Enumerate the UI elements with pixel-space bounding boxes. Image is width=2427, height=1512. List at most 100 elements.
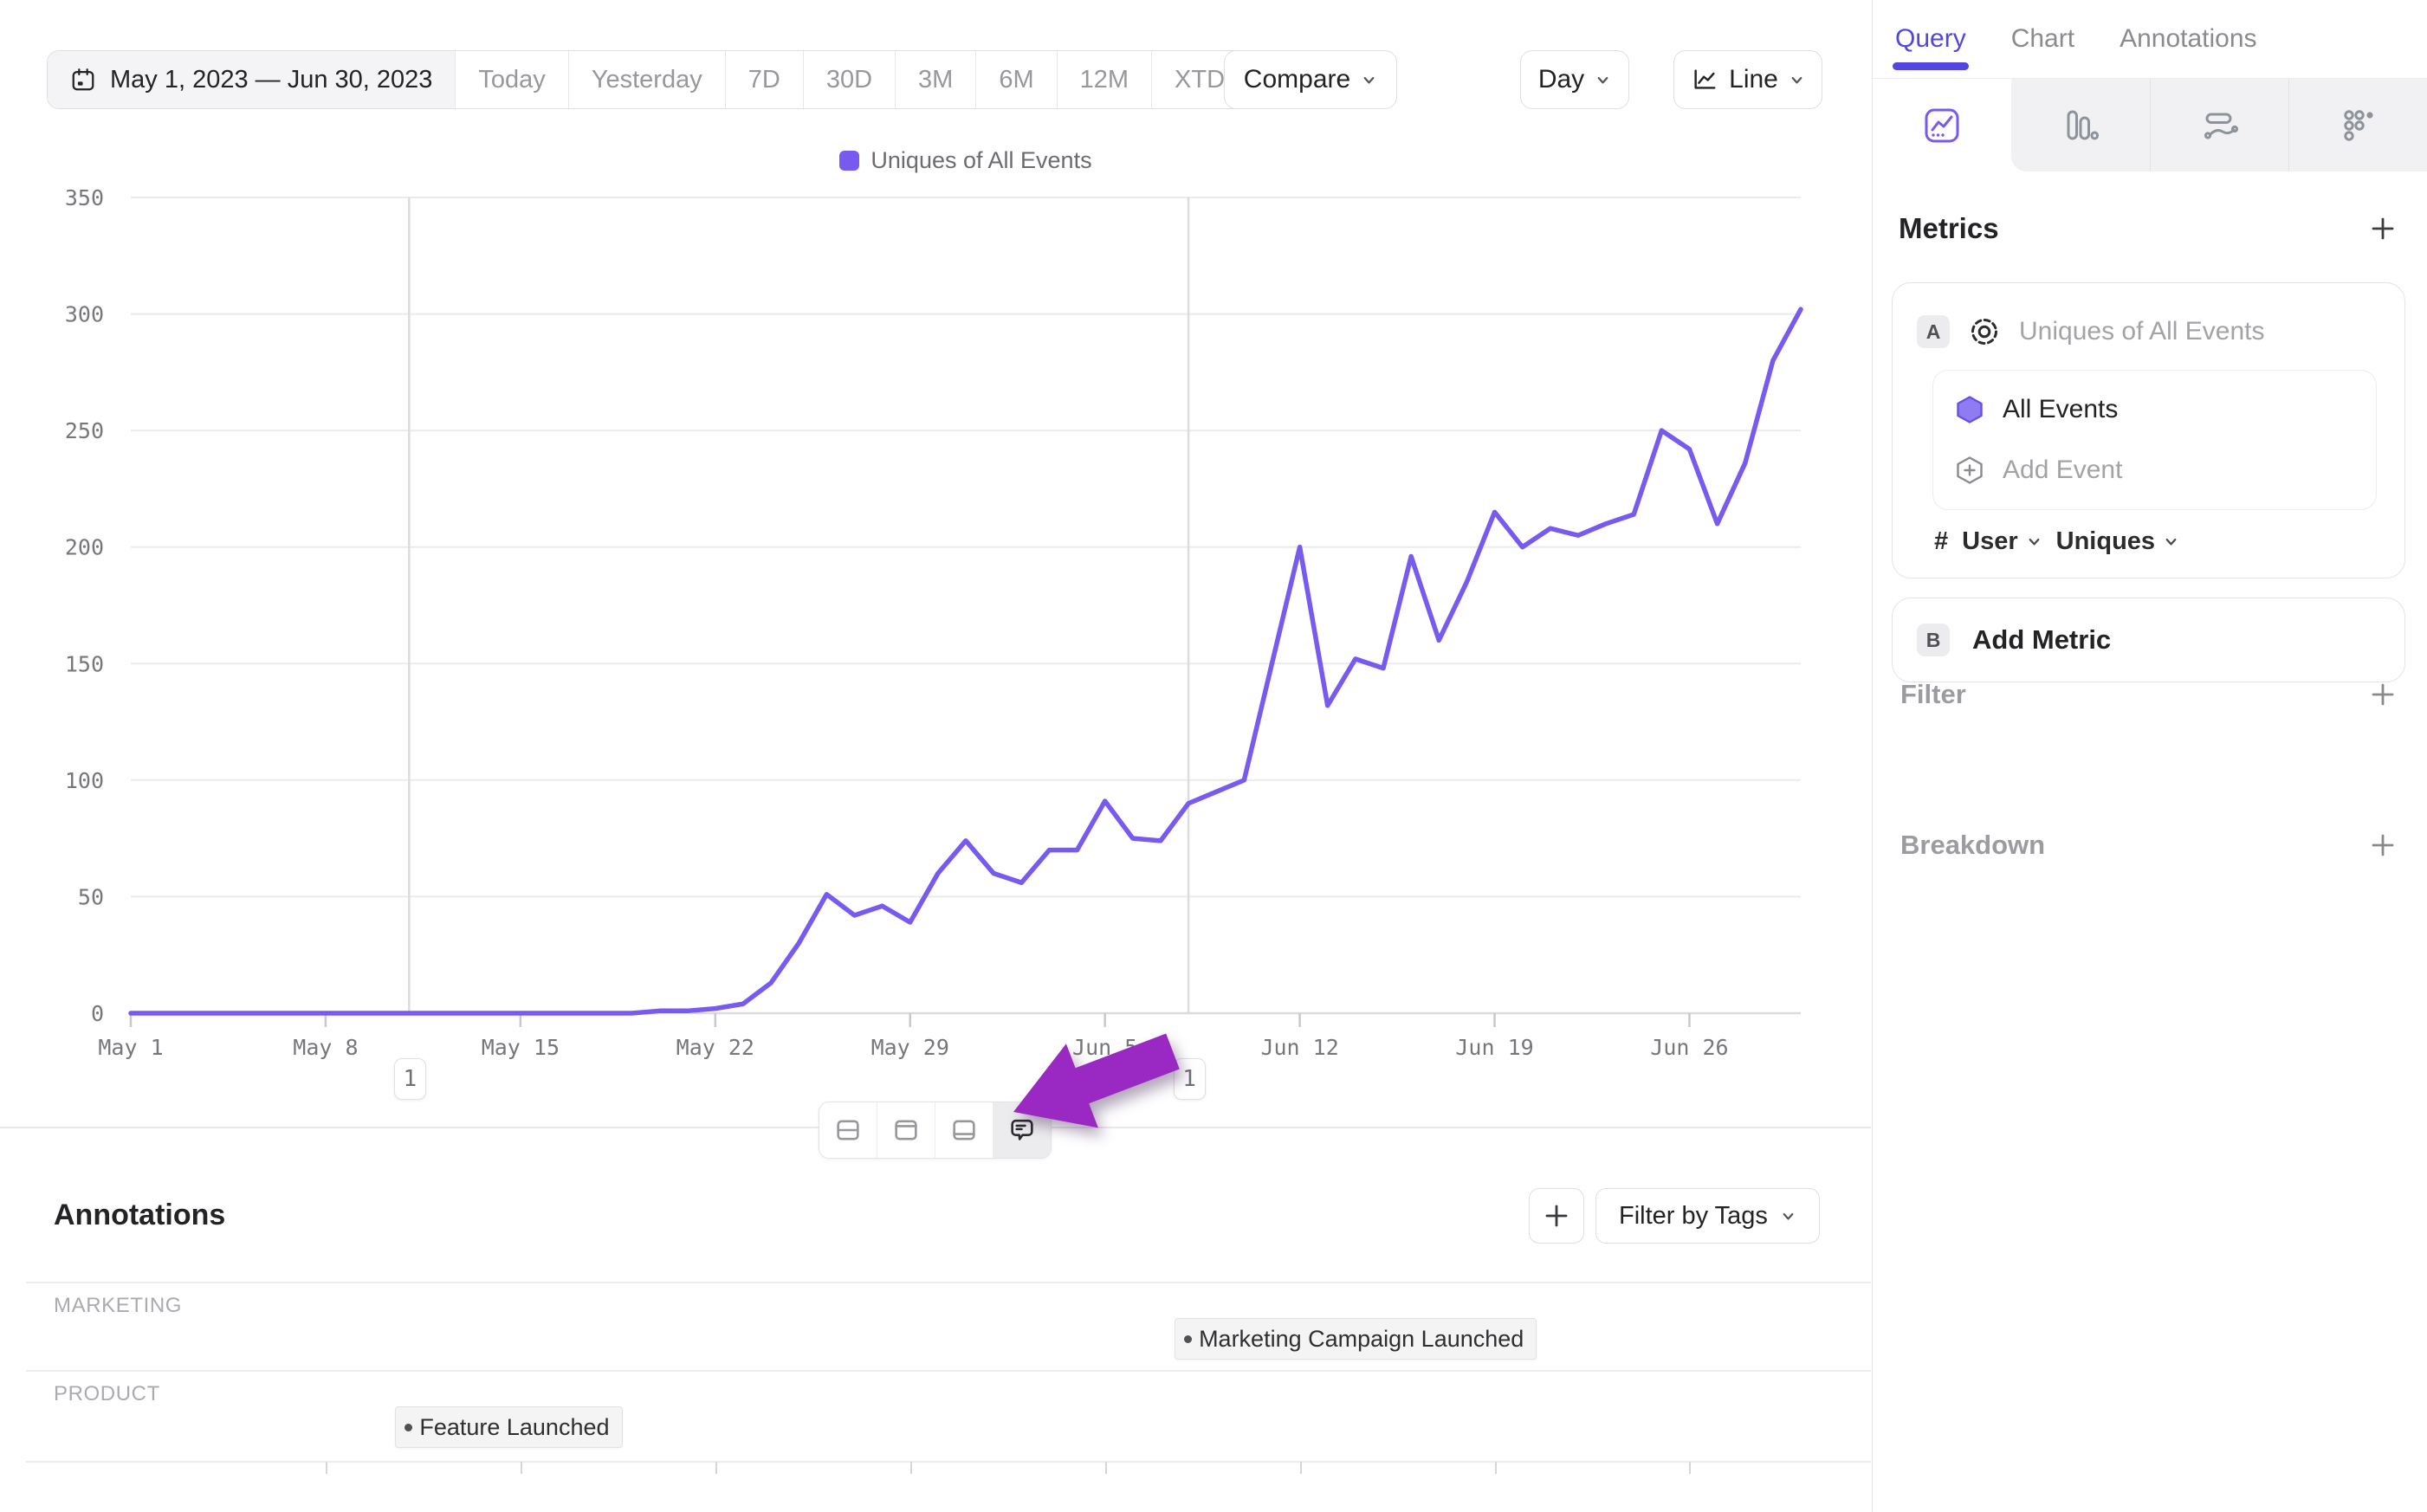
layout-mini-toolbar <box>819 1102 1052 1159</box>
breakdown-section: Breakdown <box>1900 817 2398 873</box>
annotation-dot-icon <box>404 1424 412 1431</box>
sidebar-tab-query[interactable]: Query <box>1895 0 1966 78</box>
svg-text:Jun 19: Jun 19 <box>1455 1035 1533 1060</box>
retention-icon <box>2339 106 2378 145</box>
lane-divider <box>26 1461 1871 1463</box>
metric-a-title[interactable]: Uniques of All Events <box>2019 317 2265 346</box>
svg-text:50: 50 <box>78 884 104 909</box>
lane-label-marketing: MARKETING <box>54 1294 182 1318</box>
metric-settings-icon[interactable] <box>1965 313 2003 351</box>
annotation-chip-label: Marketing Campaign Launched <box>1199 1326 1524 1353</box>
svg-text:200: 200 <box>65 535 104 560</box>
metric-b-badge: B <box>1917 624 1950 656</box>
svg-text:May 8: May 8 <box>293 1035 358 1060</box>
sidebar-tab-annotations[interactable]: Annotations <box>2120 0 2256 78</box>
chart-type-tab-flow[interactable] <box>2150 79 2289 171</box>
event-hexagon-icon <box>1954 394 1985 425</box>
svg-text:100: 100 <box>65 768 104 793</box>
panel-bottom-icon <box>949 1115 979 1145</box>
svg-text:350: 350 <box>65 185 104 210</box>
filter-by-tags-label: Filter by Tags <box>1619 1202 1768 1231</box>
filter-section: Filter <box>1900 667 2398 722</box>
filter-by-tags-button[interactable]: Filter by Tags <box>1595 1188 1820 1244</box>
metric-card-a: A Uniques of All Events All Events Add E… <box>1892 282 2405 578</box>
query-sidebar: Query Chart Annotations Metrics A Uniques … <box>1872 0 2427 1512</box>
lane-label-product: PRODUCT <box>54 1382 160 1406</box>
timeline-ruler-tick <box>1105 1462 1107 1474</box>
timeline-ruler-tick <box>715 1462 717 1474</box>
comment-layout-button[interactable] <box>993 1102 1051 1158</box>
panel-top-icon <box>891 1115 921 1145</box>
chevron-down-icon <box>2026 533 2042 550</box>
annotation-chip[interactable]: Marketing Campaign Launched <box>1175 1318 1537 1360</box>
sidebar-tab-chart[interactable]: Chart <box>2011 0 2074 78</box>
agg-type-dropdown[interactable]: Uniques <box>2056 527 2179 556</box>
timeline-ruler-tick <box>326 1462 327 1474</box>
chevron-down-icon <box>2163 533 2179 550</box>
aggregation-row: # User Uniques <box>1934 527 2179 556</box>
annotation-count-badge[interactable]: 1 <box>394 1058 426 1100</box>
comment-icon <box>1007 1115 1037 1145</box>
svg-text:May 1: May 1 <box>98 1035 163 1060</box>
flow-icon <box>2200 106 2240 145</box>
metrics-heading: Metrics <box>1899 212 1999 245</box>
timeline-ruler-tick <box>1689 1462 1691 1474</box>
tab-label: Annotations <box>2120 24 2256 54</box>
active-tab-underline <box>1893 62 1969 70</box>
svg-text:May 15: May 15 <box>482 1035 560 1060</box>
chart-type-tab-insights[interactable] <box>1873 79 2011 171</box>
insights-report-screen: May 1, 2023 — Jun 30, 2023 TodayYesterda… <box>0 0 2427 1512</box>
add-annotation-button[interactable] <box>1529 1188 1584 1244</box>
tab-label: Query <box>1895 24 1966 54</box>
annotation-chip-label: Feature Launched <box>419 1414 609 1441</box>
svg-text:May 22: May 22 <box>676 1035 754 1060</box>
chart-type-tab-bar-chart[interactable] <box>2011 79 2150 171</box>
event-name: All Events <box>2003 395 2118 424</box>
panel-top-layout-button[interactable] <box>877 1102 935 1158</box>
annotation-chip[interactable]: Feature Launched <box>395 1406 622 1448</box>
svg-text:May 29: May 29 <box>871 1035 949 1060</box>
events-card: All Events Add Event <box>1932 370 2377 510</box>
add-metric-plus-icon[interactable] <box>2367 213 2398 244</box>
event-row-all-events[interactable]: All Events <box>1954 383 2362 436</box>
timeline-ruler-tick <box>1300 1462 1302 1474</box>
split-rows-layout-button[interactable] <box>819 1102 877 1158</box>
timeline-ruler-tick <box>1495 1462 1497 1474</box>
svg-text:150: 150 <box>65 651 104 676</box>
add-breakdown-plus-icon[interactable] <box>2367 830 2398 861</box>
add-filter-plus-icon[interactable] <box>2367 679 2398 710</box>
timeline-ruler-tick <box>521 1462 522 1474</box>
sidebar-tabs: Query Chart Annotations <box>1873 0 2427 78</box>
add-event-row[interactable]: Add Event <box>1954 443 2362 497</box>
svg-text:Jun 26: Jun 26 <box>1650 1035 1728 1060</box>
line-chart-canvas[interactable]: 050100150200250300350May 1May 8May 15May… <box>0 0 1871 1160</box>
breakdown-label: Breakdown <box>1900 830 2045 861</box>
annotation-count-badge[interactable]: 1 <box>1174 1058 1206 1100</box>
svg-text:Jun 12: Jun 12 <box>1260 1035 1338 1060</box>
bar-chart-icon <box>2061 106 2100 145</box>
annotation-dot-icon <box>1184 1335 1192 1343</box>
agg-entity-label: User <box>1962 527 2018 556</box>
svg-text:0: 0 <box>91 1001 104 1026</box>
chart-type-tab-retention[interactable] <box>2288 79 2427 171</box>
agg-symbol: # <box>1934 527 1948 556</box>
panel-bottom-layout-button[interactable] <box>935 1102 993 1158</box>
filter-label: Filter <box>1900 679 1966 710</box>
insights-icon <box>1922 106 1962 145</box>
metric-a-badge: A <box>1917 315 1950 348</box>
add-event-label: Add Event <box>2003 456 2122 485</box>
add-metric-label: Add Metric <box>1972 624 2111 656</box>
lane-divider <box>26 1370 1871 1372</box>
svg-text:250: 250 <box>65 418 104 443</box>
timeline-ruler-tick <box>910 1462 912 1474</box>
chart-type-strip <box>1873 78 2427 171</box>
chart-type-tab-group <box>2011 79 2427 171</box>
lane-divider <box>26 1282 1871 1283</box>
agg-type-label: Uniques <box>2056 527 2155 556</box>
agg-entity-dropdown[interactable]: User <box>1962 527 2042 556</box>
svg-text:Jun 5: Jun 5 <box>1072 1035 1137 1060</box>
plus-icon <box>1541 1200 1572 1231</box>
split-rows-icon <box>833 1115 863 1145</box>
chevron-down-icon <box>1780 1208 1796 1224</box>
tab-label: Chart <box>2011 24 2074 54</box>
